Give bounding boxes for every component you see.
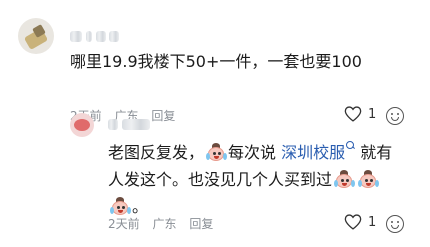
reply-text-part: 。 <box>132 197 149 216</box>
like-count: 1 <box>368 214 377 230</box>
heart-icon <box>344 106 362 122</box>
reply-button[interactable]: 回复 <box>151 109 175 123</box>
reply-button[interactable]: 回复 <box>189 217 213 231</box>
like-count: 1 <box>368 106 377 122</box>
reply-avatar[interactable] <box>70 113 94 137</box>
like-button[interactable]: 1 <box>344 106 376 122</box>
comment-text: 哪里19.9我楼下50+一件，一套也要100 <box>70 52 362 71</box>
search-link[interactable]: 深圳校服 <box>281 141 355 162</box>
crying-emoji-icon <box>205 142 228 162</box>
reply-text-part: 人发这个。也没见几个人买到过 <box>108 170 333 189</box>
emoji-react-icon[interactable] <box>386 107 404 125</box>
reply-name[interactable] <box>108 119 150 131</box>
emoji-react-icon[interactable] <box>386 215 404 233</box>
reply-location: 广东 <box>152 217 177 231</box>
commenter-avatar[interactable] <box>18 18 54 54</box>
commenter-name[interactable] <box>70 31 120 43</box>
reply-time: 2天前 <box>108 217 140 231</box>
crying-emoji-icon <box>109 196 131 216</box>
search-icon <box>346 141 355 150</box>
crying-emoji-icon <box>333 169 356 189</box>
reply-text-part: 老图反复发， <box>108 143 205 162</box>
reply-text-part: 就有 <box>355 143 393 162</box>
reply-text-part: 每次说 <box>228 143 282 162</box>
reply-meta: 2天前 广东 回复 <box>108 215 222 232</box>
heart-icon <box>344 214 362 230</box>
like-button[interactable]: 1 <box>344 214 376 230</box>
reply-text: 老图反复发， 每次说 深圳校服 就有人发这个。也没见几个人买到过。 <box>108 139 418 220</box>
crying-emoji-icon <box>357 169 380 189</box>
